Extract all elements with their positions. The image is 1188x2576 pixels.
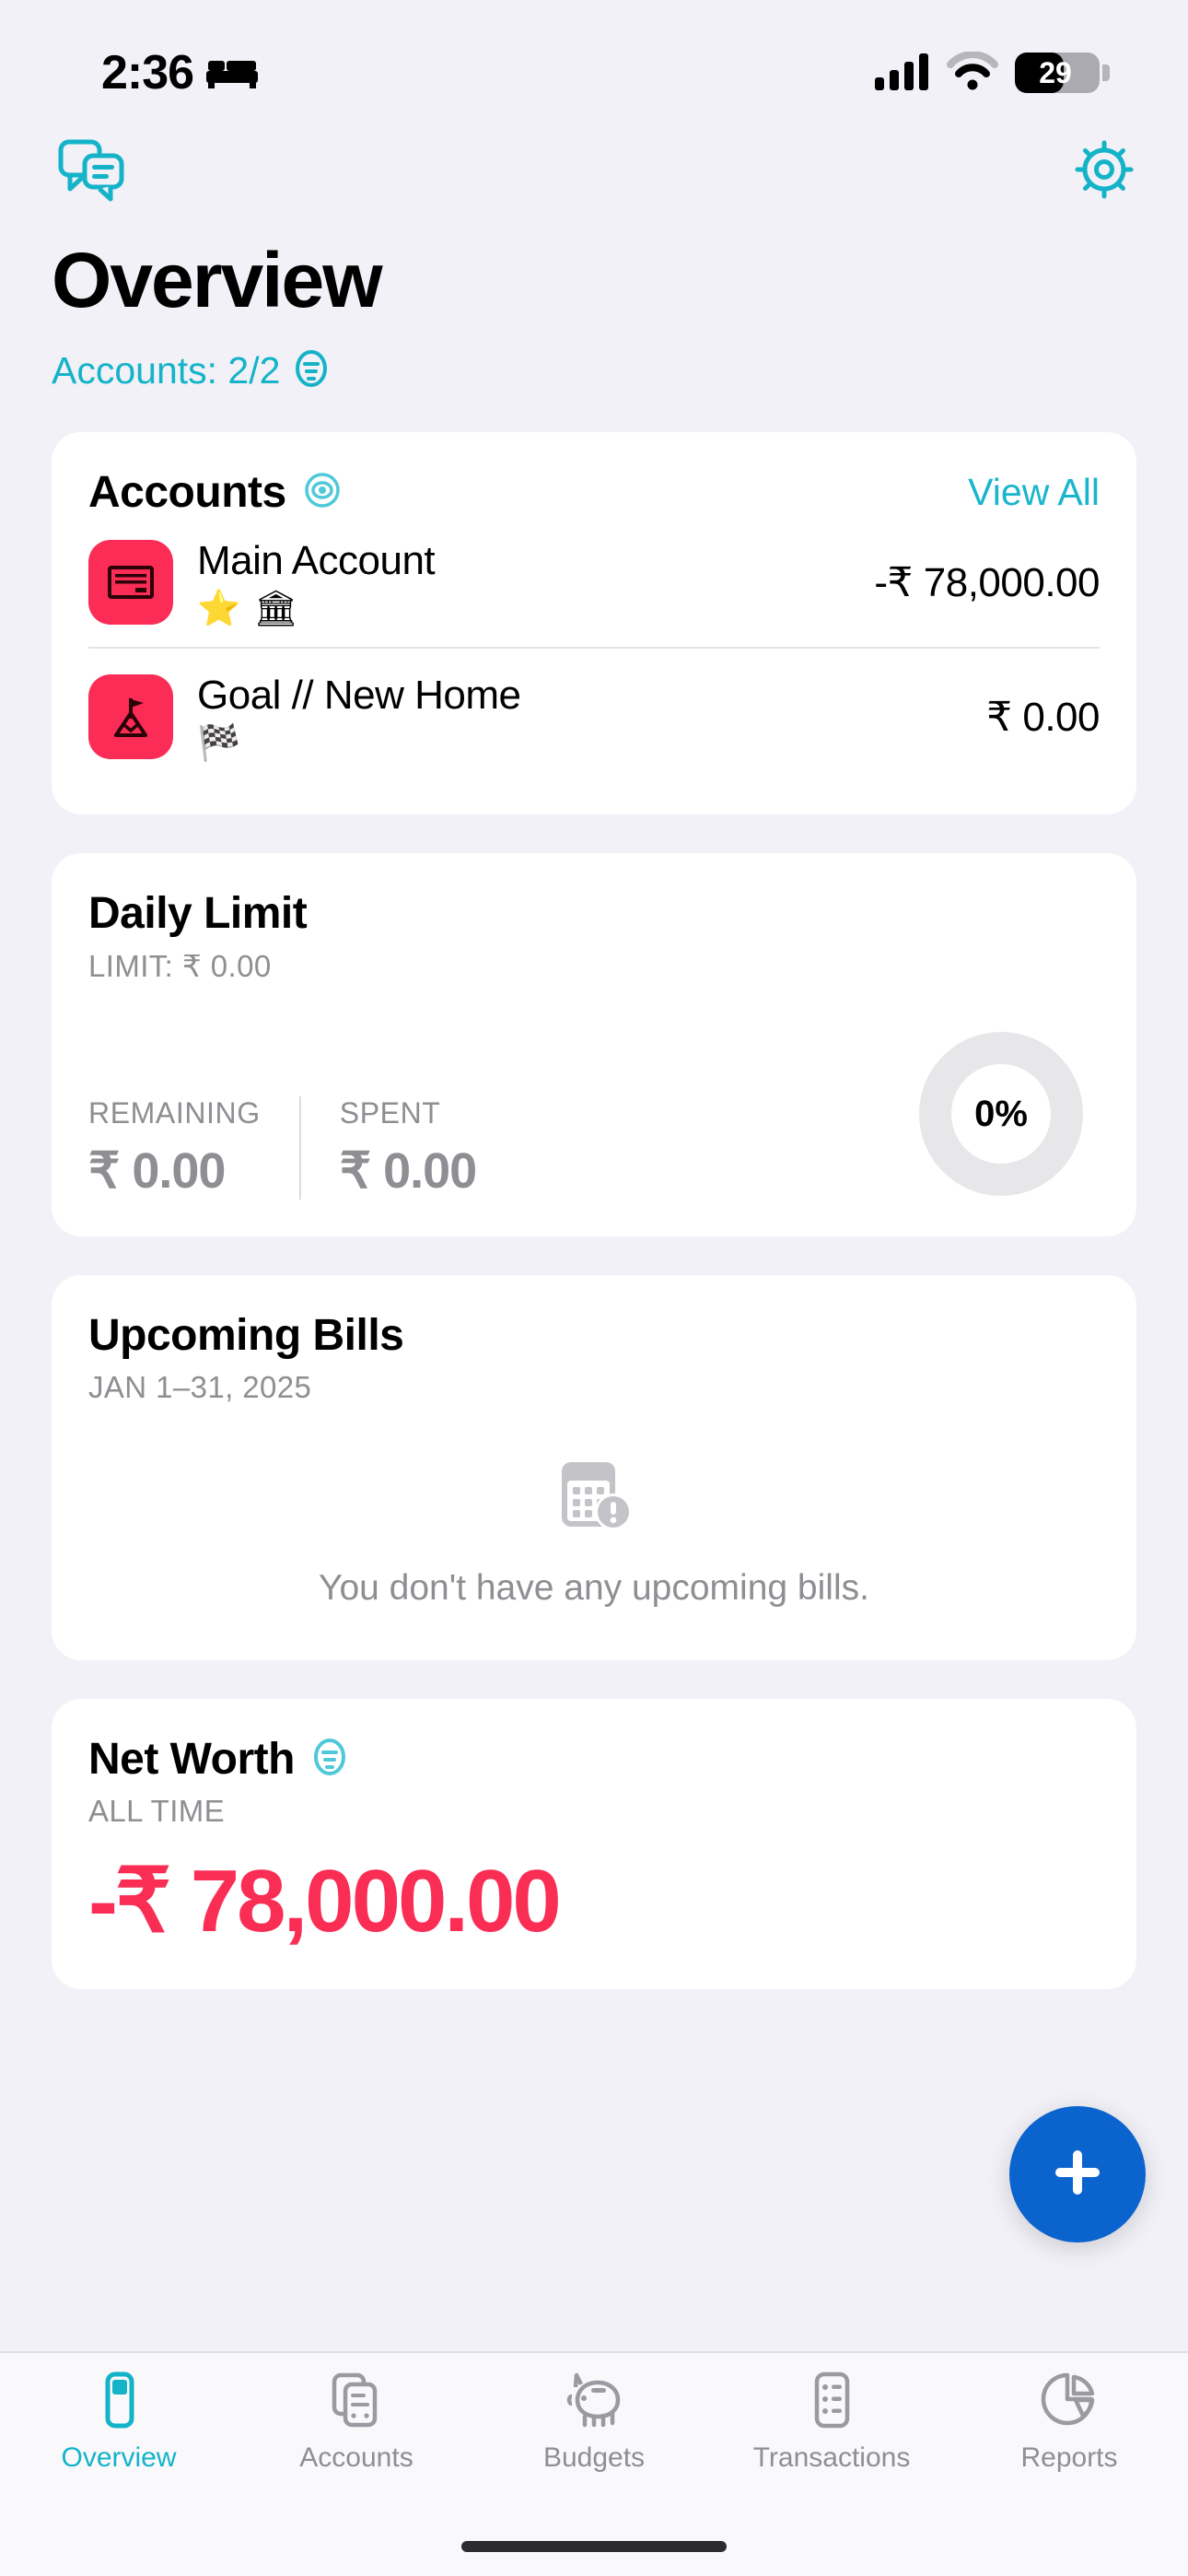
tab-overview[interactable]: Overview [0,2371,238,2474]
upcoming-bills-empty-state: You don't have any upcoming bills. [88,1449,1100,1623]
bank-emoji: 🏛 [253,590,298,629]
bottom-tab-bar: Overview Accounts Budgets Transactions R… [0,2351,1188,2576]
battery-low-icon: 29 [1015,53,1110,93]
accounts-filter-label: Accounts: 2/2 [52,349,281,392]
accounts-card-header: Accounts View All [88,467,1100,518]
daily-limit-remaining: REMAINING ₹ 0.00 [88,1096,299,1200]
page-header: Overview Accounts: 2/2 [0,223,1188,393]
tab-accounts-label: Accounts [299,2442,413,2473]
upcoming-bills-subtitle: JAN 1–31, 2025 [88,1370,312,1405]
upcoming-bills-card[interactable]: Upcoming Bills JAN 1–31, 2025 You don't … [52,1275,1136,1661]
filter-list-circle-icon[interactable] [309,1737,350,1782]
accounts-card-title-group: Accounts [88,467,342,518]
gear-icon[interactable] [1074,139,1135,205]
upcoming-bills-title: Upcoming Bills [88,1311,404,1361]
daily-limit-percent: 0% [974,1093,1028,1134]
pie-chart-icon [1041,2371,1098,2433]
daily-limit-title: Daily Limit [88,889,308,939]
status-bar-time: 2:36 [101,46,194,100]
daily-limit-progress-hole: 0% [951,1064,1051,1165]
tab-overview-label: Overview [61,2442,177,2473]
tab-transactions-label: Transactions [752,2442,911,2473]
daily-limit-spent: SPENT ₹ 0.00 [298,1096,515,1200]
accounts-card-title: Accounts [88,468,286,518]
tab-budgets-label: Budgets [542,2442,646,2473]
accounts-cards-icon [329,2371,384,2433]
daily-limit-subtitle: LIMIT: ₹ 0.00 [88,949,272,984]
daily-limit-body: REMAINING ₹ 0.00 SPENT ₹ 0.00 0% [88,1032,1100,1200]
cellular-bars-icon [875,52,930,95]
remaining-label: REMAINING [88,1096,261,1130]
account-badges: 🏁 [197,726,962,761]
account-goal-info: Goal // New Home 🏁 [197,673,962,761]
status-bar-left: 2:36 [101,45,259,100]
tab-budgets[interactable]: Budgets [475,2371,713,2474]
view-all-accounts-link[interactable]: View All [968,471,1100,514]
account-amount: ₹ 0.00 [986,694,1100,740]
eye-icon[interactable] [303,471,342,514]
card-icon [88,540,173,626]
net-worth-header: Net Worth [88,1734,1100,1785]
daily-limit-card[interactable]: Daily Limit LIMIT: ₹ 0.00 REMAINING ₹ 0.… [52,853,1136,1237]
list-icon [804,2371,859,2433]
accounts-filter-chip[interactable]: Accounts: 2/2 [52,348,1136,393]
chat-bubbles-icon[interactable] [57,137,125,206]
app-screen: 2:36 29 Overview Accounts: 2/2 Accounts … [0,0,1188,2576]
tab-accounts[interactable]: Accounts [238,2371,475,2474]
net-worth-subtitle: ALL TIME [88,1794,226,1829]
net-worth-amount: -₹ 78,000.00 [88,1852,562,1951]
account-row-main[interactable]: Main Account ⭐ 🏛 -₹ 78,000.00 [88,518,1100,643]
overview-icon [91,2371,146,2433]
piggy-bank-icon [565,2371,623,2433]
daily-limit-progress-ring: 0% [919,1032,1083,1197]
account-row-divider [88,647,1100,650]
status-bar-right: 29 [875,50,1110,95]
battery-percent-label: 29 [1039,55,1072,89]
spent-value: ₹ 0.00 [339,1143,477,1200]
status-bar: 2:36 29 [0,0,1188,120]
tab-reports[interactable]: Reports [950,2371,1188,2474]
accounts-card: Accounts View All Main Account ⭐ 🏛 -₹ 78… [52,432,1136,815]
mountain-flag-icon [88,674,173,760]
account-name: Goal // New Home [197,673,521,719]
upcoming-bills-empty-text: You don't have any upcoming bills. [319,1568,869,1609]
wifi-icon [947,50,998,95]
star-emoji: ⭐ [197,590,241,629]
top-nav-row [0,120,1188,223]
bed-icon [206,57,259,88]
tab-reports-label: Reports [1020,2442,1118,2473]
net-worth-title: Net Worth [88,1735,295,1785]
filter-list-circle-icon [291,348,332,393]
account-main-info: Main Account ⭐ 🏛 [197,538,850,626]
page-title: Overview [52,237,383,323]
daily-limit-stats: REMAINING ₹ 0.00 SPENT ₹ 0.00 [88,1096,515,1200]
account-amount: -₹ 78,000.00 [874,559,1100,605]
account-name: Main Account [197,538,436,584]
home-indicator [461,2541,727,2552]
account-badges: ⭐ 🏛 [197,591,850,626]
spent-label: SPENT [339,1096,441,1130]
add-transaction-fab[interactable] [1009,2106,1146,2242]
net-worth-card[interactable]: Net Worth ALL TIME -₹ 78,000.00 [52,1699,1136,1990]
remaining-value: ₹ 0.00 [88,1143,226,1200]
plus-icon [1048,2143,1107,2207]
account-row-goal[interactable]: Goal // New Home 🏁 ₹ 0.00 [88,652,1100,778]
content-scroll[interactable]: Accounts View All Main Account ⭐ 🏛 -₹ 78… [0,432,1188,1990]
checkered-flag-emoji: 🏁 [197,724,241,764]
calendar-exclamation-icon [549,1449,639,1544]
tab-transactions[interactable]: Transactions [713,2371,950,2474]
